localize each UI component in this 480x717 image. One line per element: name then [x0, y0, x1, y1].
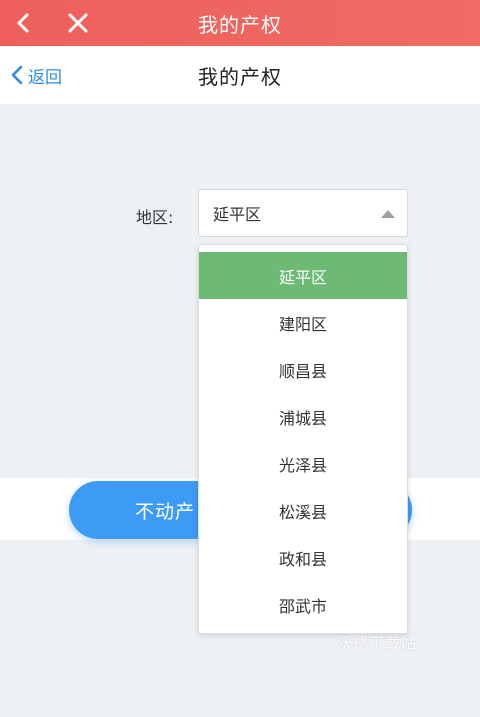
region-select-value: 延平区	[213, 205, 262, 224]
nav-back-link[interactable]: 返回	[10, 46, 62, 104]
dropdown-option[interactable]: 顺昌县	[199, 346, 407, 393]
dropdown-option[interactable]: 光泽县	[199, 440, 407, 487]
dropdown-option[interactable]: 浦城县	[199, 393, 407, 440]
nav-header: 返回 我的产权	[0, 46, 480, 104]
close-button[interactable]	[58, 0, 98, 46]
region-label: 地区:	[136, 208, 174, 227]
app-title: 我的产权	[198, 12, 282, 37]
dropdown-option[interactable]: 松溪县	[199, 487, 407, 534]
dropdown-option[interactable]: 建阳区	[199, 299, 407, 346]
dropdown-option[interactable]: 政和县	[199, 534, 407, 581]
back-label: 返回	[28, 67, 62, 88]
chevron-left-icon	[17, 13, 29, 33]
dropdown-option[interactable]: 延平区	[199, 252, 407, 299]
region-select[interactable]: 延平区	[198, 189, 408, 237]
caret-up-icon	[381, 210, 395, 218]
chevron-left-icon	[11, 65, 23, 85]
dropdown-option[interactable]: 邵武市	[199, 581, 407, 628]
back-button[interactable]	[4, 0, 44, 46]
watermark: 沃德下载站	[337, 634, 418, 652]
region-dropdown: 延平区 建阳区 顺昌县 浦城县 光泽县 松溪县 政和县 邵武市	[198, 244, 408, 634]
real-estate-button-label: 不动产	[135, 500, 196, 523]
page-title: 我的产权	[198, 64, 282, 89]
close-icon	[68, 13, 88, 33]
app-bar: 我的产权	[0, 0, 480, 46]
